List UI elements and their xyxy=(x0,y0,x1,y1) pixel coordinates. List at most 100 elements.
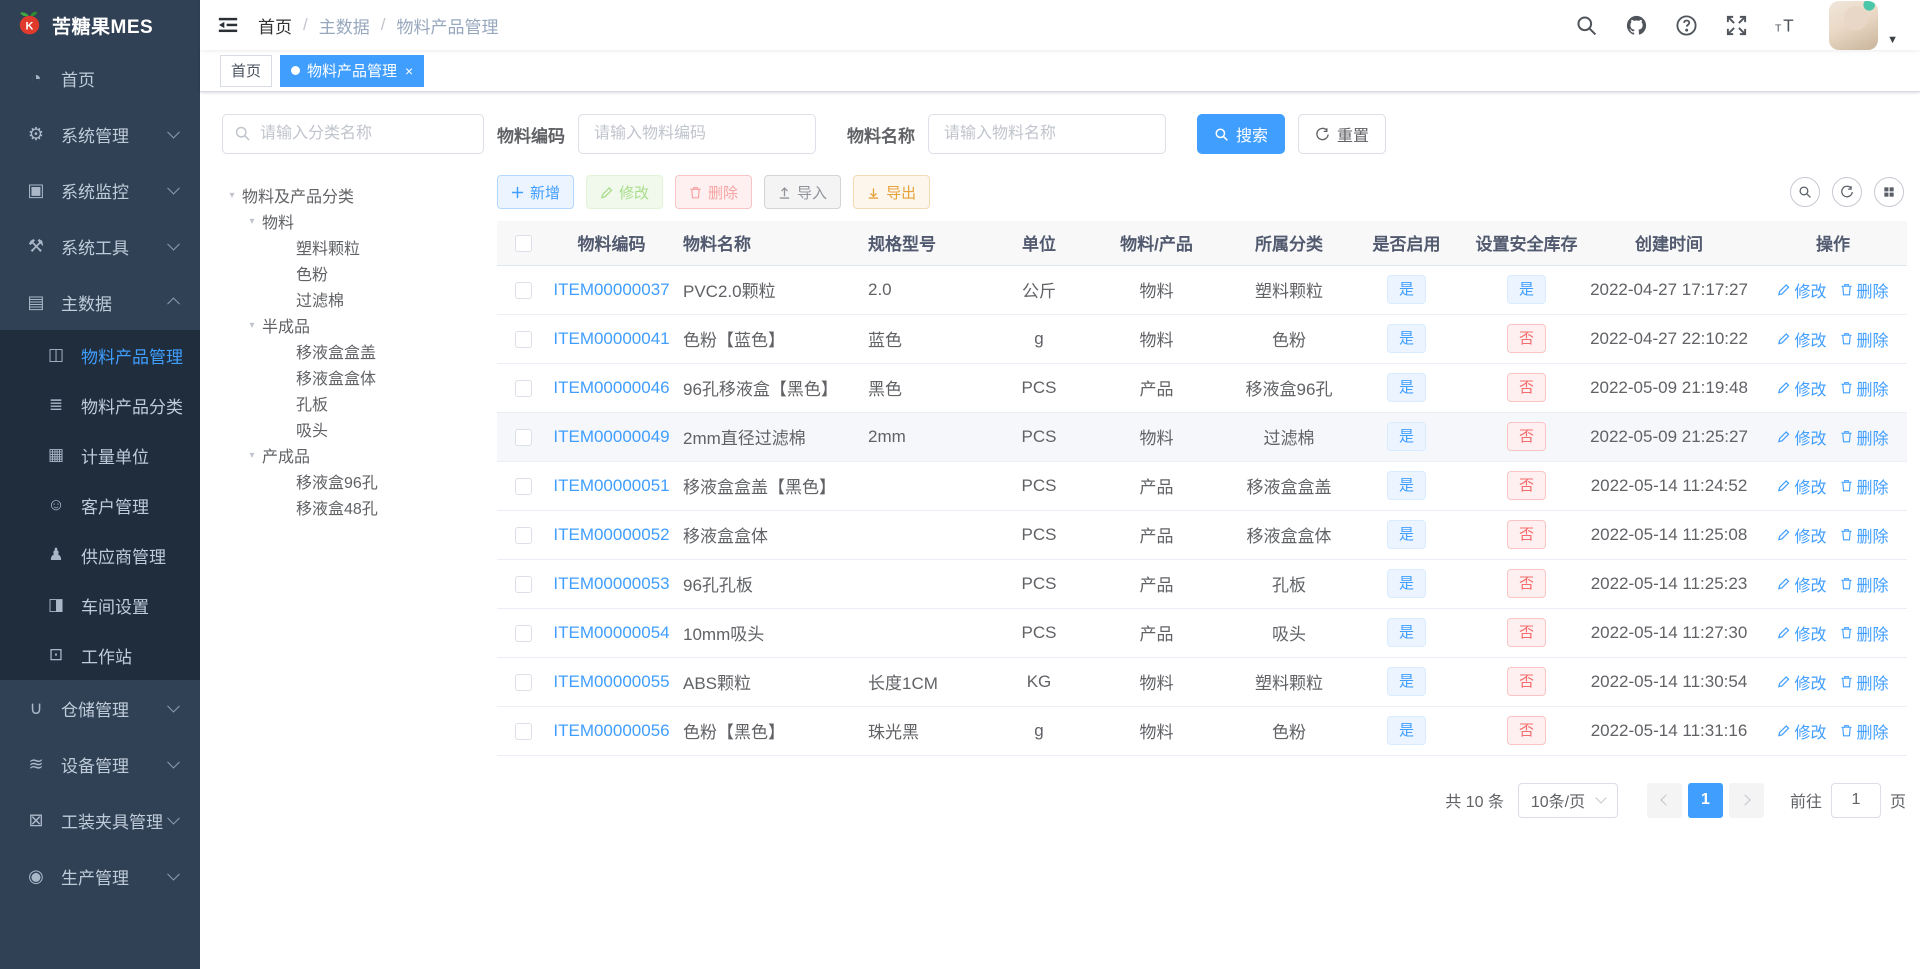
category-search-input[interactable] xyxy=(222,114,484,154)
page-size-select[interactable]: 10条/页 xyxy=(1517,782,1618,818)
tree-node-leaf[interactable]: 塑料颗粒 xyxy=(222,234,484,260)
reset-button[interactable]: 重置 xyxy=(1298,114,1387,154)
tree-node-leaf[interactable]: 过滤棉 xyxy=(222,286,484,312)
delete-row-button[interactable]: 删除 xyxy=(1840,474,1889,498)
sidebar-item-master-data[interactable]: ▤ 主数据 xyxy=(0,274,200,330)
material-name-input[interactable] xyxy=(928,114,1166,154)
edit-button[interactable]: 修改 xyxy=(586,175,664,209)
edit-row-button[interactable]: 修改 xyxy=(1777,327,1827,351)
sidebar-item-tools[interactable]: ⚒ 系统工具 xyxy=(0,218,200,274)
goto-page-input[interactable] xyxy=(1830,782,1881,818)
material-code-link[interactable]: ITEM00000051 xyxy=(553,476,669,495)
material-code-link[interactable]: ITEM00000041 xyxy=(553,329,669,348)
material-code-link[interactable]: ITEM00000049 xyxy=(553,427,669,446)
row-checkbox[interactable] xyxy=(514,330,532,348)
sidebar-item-fixture[interactable]: ⊠ 工装夹具管理 xyxy=(0,792,200,848)
delete-row-button[interactable]: 删除 xyxy=(1840,670,1889,694)
delete-button[interactable]: 删除 xyxy=(675,175,753,209)
export-button[interactable]: 导出 xyxy=(853,175,931,209)
tree-node-leaf[interactable]: 色粉 xyxy=(222,260,484,286)
sidebar-item-workshop[interactable]: ◨ 车间设置 xyxy=(0,580,200,630)
tree-node-leaf[interactable]: 吸头 xyxy=(222,416,484,442)
material-code-link[interactable]: ITEM00000053 xyxy=(553,574,669,593)
tab[interactable]: 首页 xyxy=(220,54,273,87)
row-checkbox[interactable] xyxy=(514,624,532,642)
row-checkbox[interactable] xyxy=(514,575,532,593)
edit-row-button[interactable]: 修改 xyxy=(1777,572,1827,596)
delete-row-button[interactable]: 删除 xyxy=(1840,376,1889,400)
row-checkbox[interactable] xyxy=(514,477,532,495)
sidebar-item-warehouse[interactable]: ∪ 仓储管理 xyxy=(0,680,200,736)
search-icon[interactable] xyxy=(1575,14,1598,37)
delete-row-button[interactable]: 删除 xyxy=(1840,425,1889,449)
add-button[interactable]: 新增 xyxy=(497,175,575,209)
delete-row-button[interactable]: 删除 xyxy=(1840,327,1889,351)
sidebar-item-system[interactable]: ⚙ 系统管理 xyxy=(0,106,200,162)
edit-row-button[interactable]: 修改 xyxy=(1777,719,1827,743)
prev-page-button[interactable] xyxy=(1646,782,1682,818)
sidebar-item-dashboard[interactable]: ◔ 首页 xyxy=(0,50,200,106)
sidebar-item-measure-unit[interactable]: ▦ 计量单位 xyxy=(0,430,200,480)
page-number-button[interactable]: 1 xyxy=(1687,782,1723,818)
import-button[interactable]: 导入 xyxy=(764,175,842,209)
tree-node-leaf[interactable]: 孔板 xyxy=(222,390,484,416)
edit-row-button[interactable]: 修改 xyxy=(1777,278,1827,302)
sidebar-item-workstation[interactable]: ⊡ 工作站 xyxy=(0,630,200,680)
row-checkbox[interactable] xyxy=(514,673,532,691)
edit-row-button[interactable]: 修改 xyxy=(1777,376,1827,400)
row-checkbox[interactable] xyxy=(514,281,532,299)
edit-row-button[interactable]: 修改 xyxy=(1777,474,1827,498)
edit-row-button[interactable]: 修改 xyxy=(1777,523,1827,547)
edit-row-button[interactable]: 修改 xyxy=(1777,670,1827,694)
delete-row-button[interactable]: 删除 xyxy=(1840,523,1889,547)
tab[interactable]: 物料产品管理 × xyxy=(280,54,425,87)
tree-node-group[interactable]: ▾ 半成品 xyxy=(222,312,484,338)
row-checkbox[interactable] xyxy=(514,379,532,397)
select-all-checkbox[interactable] xyxy=(514,234,532,252)
material-code-link[interactable]: ITEM00000055 xyxy=(553,672,669,691)
tree-node-group[interactable]: ▾ 产成品 xyxy=(222,442,484,468)
tree-node-leaf[interactable]: 移液盒盒盖 xyxy=(222,338,484,364)
tree-node-root[interactable]: ▾ 物料及产品分类 xyxy=(222,182,484,208)
edit-row-button[interactable]: 修改 xyxy=(1777,621,1827,645)
collapse-sidebar-icon[interactable] xyxy=(200,14,254,36)
sidebar-item-equipment[interactable]: ≋ 设备管理 xyxy=(0,736,200,792)
row-checkbox[interactable] xyxy=(514,526,532,544)
search-button[interactable]: 搜索 xyxy=(1197,114,1286,154)
breadcrumb-item[interactable]: 首页 xyxy=(258,13,292,38)
tree-node-leaf[interactable]: 移液盒48孔 xyxy=(222,494,484,520)
delete-row-button[interactable]: 删除 xyxy=(1840,719,1889,743)
refresh-table-button[interactable] xyxy=(1832,177,1862,207)
material-code-link[interactable]: ITEM00000046 xyxy=(553,378,669,397)
fullscreen-icon[interactable] xyxy=(1725,14,1748,37)
sidebar-item-production[interactable]: ◉ 生产管理 xyxy=(0,848,200,904)
material-code-link[interactable]: ITEM00000054 xyxy=(553,623,669,642)
tree-node-leaf[interactable]: 移液盒盒体 xyxy=(222,364,484,390)
avatar[interactable] xyxy=(1829,0,1879,50)
material-code-link[interactable]: ITEM00000052 xyxy=(553,525,669,544)
help-icon[interactable] xyxy=(1675,14,1698,37)
edit-row-button[interactable]: 修改 xyxy=(1777,425,1827,449)
delete-row-button[interactable]: 删除 xyxy=(1840,278,1889,302)
material-code-input[interactable] xyxy=(578,114,816,154)
sidebar-item-material-product[interactable]: ◫ 物料产品管理 xyxy=(0,330,200,380)
sidebar-item-customer[interactable]: ☺ 客户管理 xyxy=(0,480,200,530)
user-menu[interactable]: ▼ xyxy=(1829,0,1898,50)
github-icon[interactable] xyxy=(1625,14,1648,37)
logo[interactable]: K 苦糖果MES xyxy=(0,0,200,50)
font-size-icon[interactable]: T T xyxy=(1775,14,1798,37)
tree-node-group[interactable]: ▾ 物料 xyxy=(222,208,484,234)
sidebar-item-supplier[interactable]: ♟ 供应商管理 xyxy=(0,530,200,580)
row-checkbox[interactable] xyxy=(514,428,532,446)
columns-button[interactable] xyxy=(1874,177,1904,207)
delete-row-button[interactable]: 删除 xyxy=(1840,572,1889,596)
delete-row-button[interactable]: 删除 xyxy=(1840,621,1889,645)
material-code-link[interactable]: ITEM00000037 xyxy=(553,280,669,299)
material-code-link[interactable]: ITEM00000056 xyxy=(553,721,669,740)
close-tab-icon[interactable]: × xyxy=(405,64,413,78)
sidebar-item-material-category[interactable]: ≣ 物料产品分类 xyxy=(0,380,200,430)
row-checkbox[interactable] xyxy=(514,722,532,740)
tree-node-leaf[interactable]: 移液盒96孔 xyxy=(222,468,484,494)
sidebar-item-monitor[interactable]: ▣ 系统监控 xyxy=(0,162,200,218)
next-page-button[interactable] xyxy=(1728,782,1764,818)
